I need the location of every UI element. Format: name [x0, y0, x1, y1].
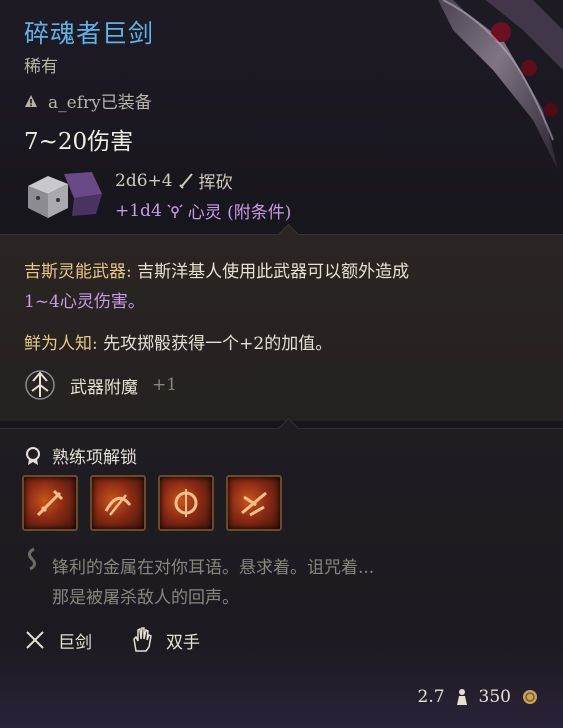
- psionic-weapon-label: 吉斯灵能武器:: [24, 262, 132, 282]
- weapon-tags: 巨剑 双手: [24, 627, 200, 653]
- hand-icon: [133, 627, 152, 652]
- little-known-desc: 先攻掷骰获得一个+2的加值。: [103, 334, 333, 354]
- skill-icon-1[interactable]: [22, 475, 78, 531]
- psionic-weapon-text: 吉斯灵能武器: 吉斯洋基人使用此武器可以额外造成 1~4心灵伤害。: [24, 257, 543, 317]
- section-notch: [277, 223, 300, 246]
- weight-icon: [456, 689, 467, 705]
- flavor-text: 锋利的金属在对你耳语。悬求着。诅咒着... 那是被屠杀敌人的回声。: [52, 553, 374, 613]
- skill-icon-2[interactable]: [90, 475, 146, 531]
- quote-icon: [27, 547, 37, 571]
- sweep-attack-icon: [104, 494, 132, 516]
- item-rarity: 稀有: [24, 57, 58, 77]
- item-tooltip: 碎魂者巨剑 稀有 a_efry已装备 7~20伤害 2d6+4 挥砍 +1d4: [0, 0, 563, 728]
- weapon-enchantment[interactable]: 武器附魔 +1: [24, 369, 177, 401]
- damage-range: 7~20伤害: [24, 129, 134, 155]
- psychic-icon: [167, 203, 183, 218]
- gold-coin-icon: [523, 690, 537, 704]
- little-known-text: 鲜为人知: 先攻掷骰获得一个+2的加值。: [24, 329, 332, 354]
- item-name: 碎魂者巨剑: [24, 19, 155, 48]
- skill-icon-4[interactable]: [226, 475, 282, 531]
- proficiency-section: 熟练项解锁 锋利的金属在对你耳语。悬求着。诅咒着... 那是被屠杀敌人的回声。: [0, 417, 563, 728]
- section-notch-2: [277, 417, 300, 440]
- enchantment-icon: [25, 370, 55, 400]
- item-weight: 2.7: [417, 687, 445, 707]
- item-stats-footer: 2.7 350: [418, 687, 540, 707]
- bonus-damage: +1d4 心灵 (附条件): [115, 198, 292, 224]
- base-damage: 2d6+4 挥砍: [115, 168, 233, 194]
- psionic-weapon-value: 1~4心灵伤害。: [24, 292, 145, 312]
- equipped-label: a_efry已装备: [48, 93, 152, 113]
- proficiency-title: 熟练项解锁: [52, 448, 137, 468]
- crossed-swords-icon: [26, 631, 44, 649]
- whirl-attack-icon: [174, 489, 198, 517]
- equipped-status: a_efry已装备: [24, 88, 152, 113]
- weapon-art: [438, 0, 563, 170]
- weapon-type: 巨剑: [58, 632, 92, 653]
- skill-icon-3[interactable]: [158, 475, 214, 531]
- base-damage-dice: 2d6+4: [115, 170, 173, 191]
- flavor-line-2: 那是被屠杀敌人的回声。: [52, 588, 239, 608]
- enchantment-label: 武器附魔: [70, 377, 138, 398]
- sword-strike-icon: [36, 489, 64, 517]
- proficiency-header: 熟练项解锁: [24, 443, 137, 468]
- warning-icon: [25, 94, 37, 107]
- base-damage-type: 挥砍: [198, 173, 233, 193]
- weapon-hands: 双手: [166, 632, 200, 653]
- skill-list: [22, 475, 282, 531]
- badge-icon: [26, 446, 40, 465]
- little-known-label: 鲜为人知:: [24, 334, 98, 354]
- item-price: 350: [478, 687, 511, 707]
- charge-attack-icon: [241, 491, 267, 517]
- slashing-icon: [178, 172, 193, 189]
- dice-icon: [28, 172, 102, 218]
- bonus-damage-type: 心灵 (附条件): [187, 203, 292, 223]
- enchantment-value: +1: [152, 375, 178, 395]
- description-section: 吉斯灵能武器: 吉斯洋基人使用此武器可以额外造成 1~4心灵伤害。 鲜为人知: …: [0, 223, 563, 421]
- bonus-damage-dice: +1d4: [115, 200, 162, 221]
- psionic-weapon-desc: 吉斯洋基人使用此武器可以额外造成: [137, 262, 410, 282]
- flavor-line-1: 锋利的金属在对你耳语。悬求着。诅咒着...: [52, 558, 375, 578]
